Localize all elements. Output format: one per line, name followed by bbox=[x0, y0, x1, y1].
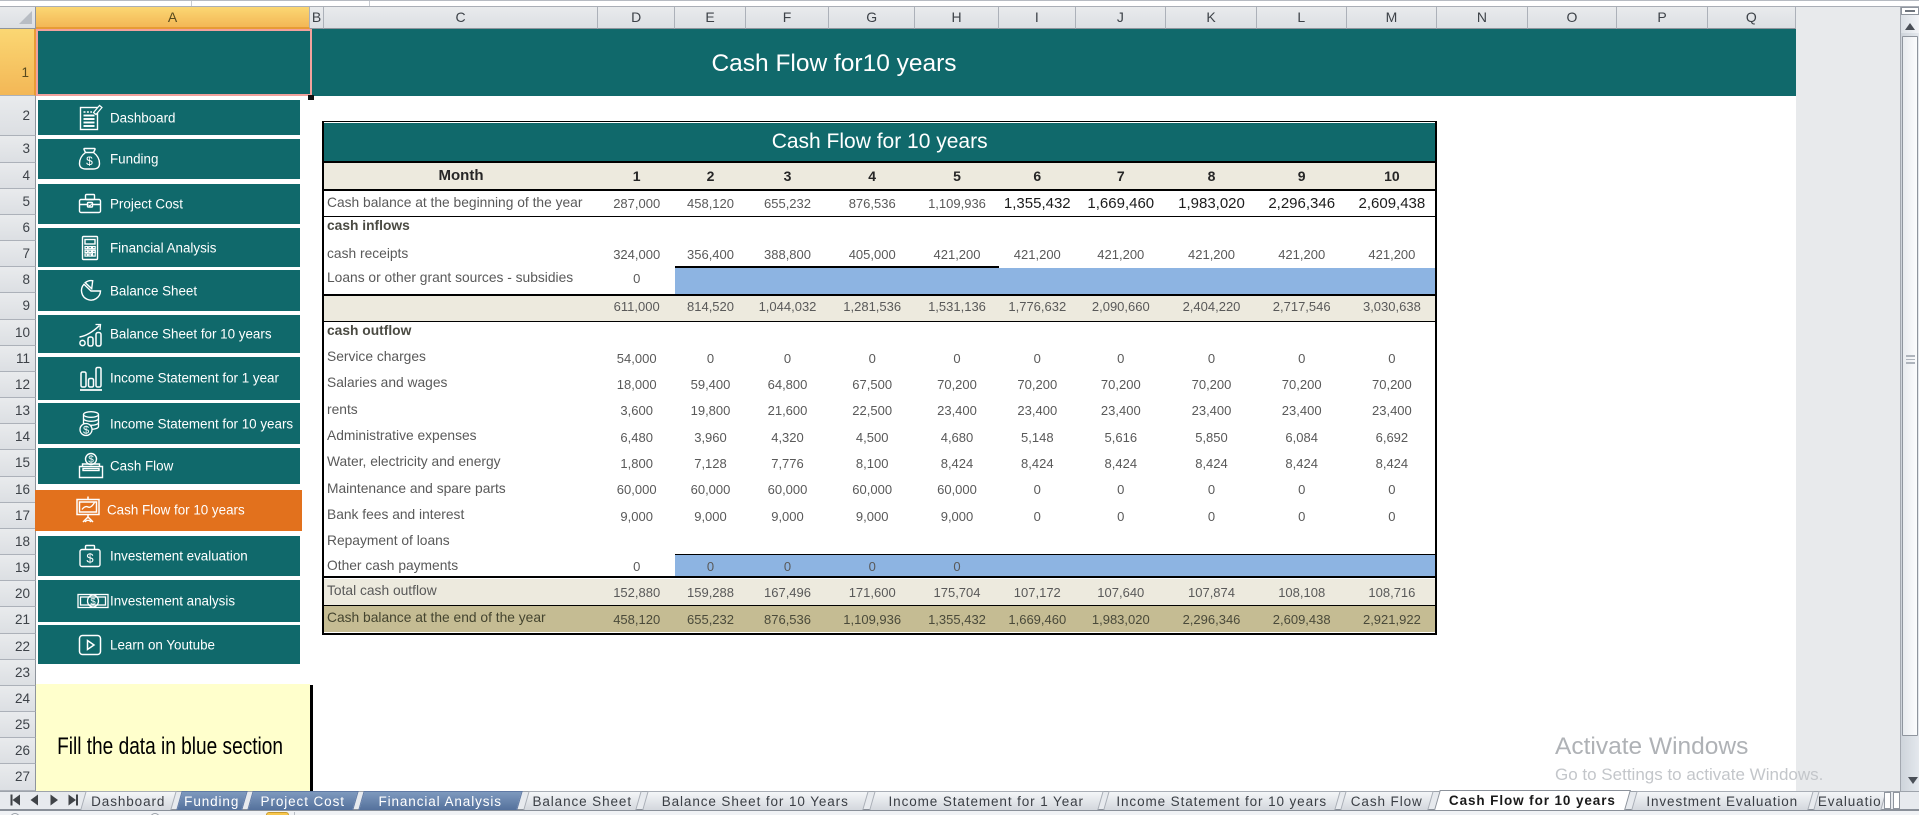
svg-text:$: $ bbox=[86, 550, 94, 565]
svg-text:$: $ bbox=[86, 154, 93, 168]
svg-text:$: $ bbox=[90, 596, 96, 607]
svg-text:$: $ bbox=[83, 424, 89, 436]
